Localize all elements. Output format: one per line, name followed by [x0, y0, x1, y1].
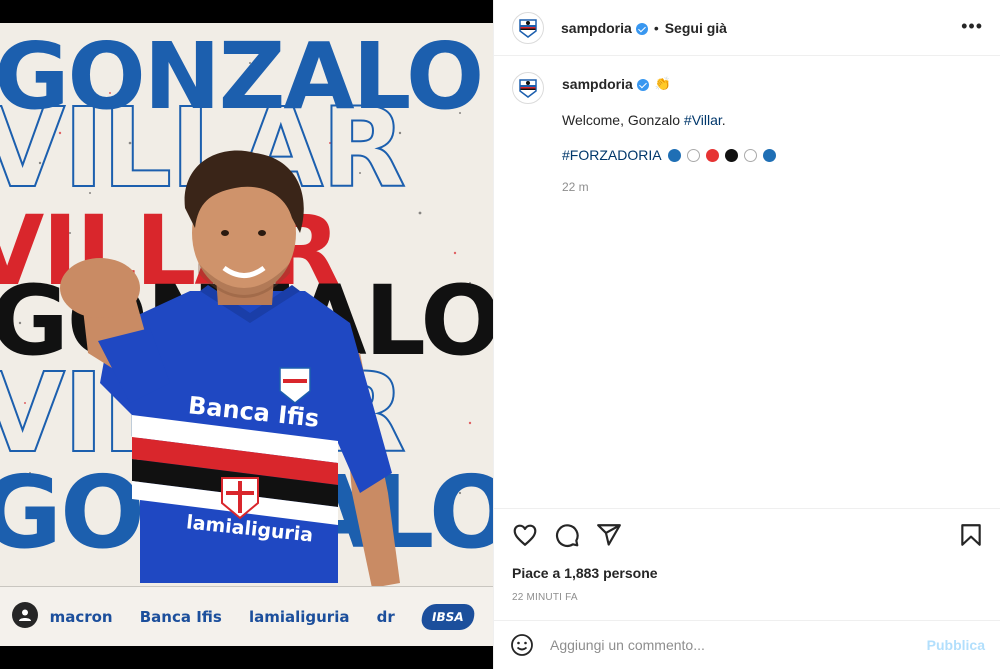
sampdoria-logo-icon	[519, 79, 537, 98]
sponsor-lamialiguria: lamialiguria	[248, 607, 350, 626]
instagram-post-modal: GONZALO VILLAR VILLAR GONZALO VILLAR GON…	[0, 0, 1000, 669]
actions-divider	[494, 508, 1000, 509]
caption-period: .	[721, 112, 726, 128]
hashtag-line: #FORZADORIA	[562, 147, 982, 163]
bookmark-icon[interactable]	[958, 522, 984, 548]
add-comment-row: Pubblica	[494, 620, 1000, 669]
post-side-panel: sampdoria • Segui già ••• sampdoria 👏 We…	[493, 0, 1000, 669]
heart-icon[interactable]	[512, 522, 538, 548]
separator-dot: •	[653, 19, 659, 36]
sponsor-bar: macron Banca Ifis lamialiguria dr IBSA	[0, 586, 493, 646]
avatar[interactable]	[512, 11, 544, 44]
caption-username[interactable]: sampdoria	[562, 76, 633, 92]
caption-text: Welcome, Gonzalo #Villar.	[562, 112, 982, 128]
following-button[interactable]: Segui già	[665, 20, 727, 36]
clap-emoji-icon: 👏	[654, 76, 671, 91]
player-figure	[60, 150, 400, 588]
caption-time: 22 m	[562, 180, 589, 194]
sampdoria-logo-icon	[519, 18, 537, 38]
sponsor-dr: dr	[376, 607, 395, 626]
caption-welcome: Welcome, Gonzalo	[562, 112, 684, 128]
action-bar	[512, 522, 622, 548]
user-icon	[19, 609, 31, 621]
caption-body: sampdoria 👏 Welcome, Gonzalo #Villar. #F…	[562, 76, 982, 194]
tagged-users-button[interactable]	[12, 602, 38, 628]
caption-avatar[interactable]	[512, 72, 544, 104]
header-username[interactable]: sampdoria	[561, 20, 632, 36]
hashtag-forzadoria[interactable]: #FORZADORIA	[562, 147, 662, 163]
white-circle-icon	[686, 148, 700, 162]
blue-circle-icon	[667, 148, 681, 162]
sponsor-banca-ifis: Banca Ifis	[139, 607, 222, 626]
more-options-icon[interactable]: •••	[961, 16, 983, 37]
white-circle-icon	[743, 148, 757, 162]
verified-badge-icon	[635, 22, 648, 35]
sponsor-ibsa: IBSA	[419, 603, 476, 630]
hashtag-villar[interactable]: #Villar	[684, 112, 722, 128]
red-circle-icon	[705, 148, 719, 162]
post-timestamp: 22 MINUTI FA	[512, 592, 578, 603]
post-image[interactable]: GONZALO VILLAR VILLAR GONZALO VILLAR GON…	[0, 23, 493, 646]
publish-button[interactable]: Pubblica	[927, 637, 985, 653]
share-icon[interactable]	[596, 522, 622, 548]
blue-circle-icon	[762, 148, 776, 162]
likes-count[interactable]: Piace a 1,883 persone	[512, 565, 658, 581]
comment-icon[interactable]	[554, 522, 580, 548]
sponsor-macron: macron	[49, 607, 113, 626]
verified-badge-icon	[636, 79, 649, 91]
emoji-icon[interactable]	[510, 633, 534, 657]
caption-header: sampdoria 👏	[562, 76, 982, 92]
post-header: sampdoria • Segui già •••	[494, 0, 1000, 56]
black-circle-icon	[724, 148, 738, 162]
comment-input[interactable]	[550, 637, 927, 653]
